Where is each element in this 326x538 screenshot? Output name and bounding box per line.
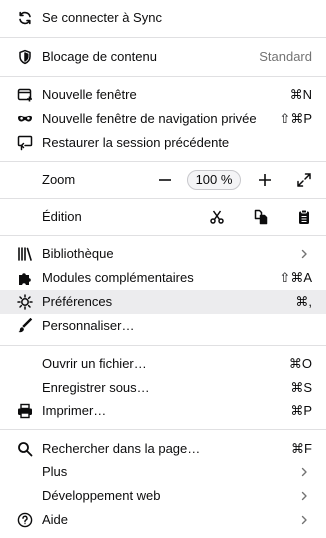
find-in-page-menu-item[interactable]: Rechercher dans la page… ⌘F [0,437,326,461]
help-label: Aide [42,512,69,527]
chevron-right-icon [296,464,312,480]
open-file-shortcut: ⌘O [288,356,312,371]
chevron-right-icon [296,512,312,528]
sync-label: Se connecter à Sync [42,10,162,25]
separator [0,198,326,199]
restore-session-label: Restaurer la session précédente [42,135,230,150]
find-in-page-label: Rechercher dans la page… [42,441,201,456]
gear-icon [17,294,33,310]
copy-button[interactable] [249,205,273,229]
new-window-label: Nouvelle fenêtre [42,87,137,102]
separator [0,37,326,38]
help-menu-item[interactable]: Aide [0,508,326,532]
minus-icon [159,179,171,181]
zoom-in-button[interactable] [253,168,277,192]
app-menu-panel: Se connecter à Sync Blocage de contenu S… [0,0,326,538]
paste-button[interactable] [292,205,316,229]
new-window-icon [17,87,33,103]
zoom-label: Zoom [42,172,76,187]
print-label: Imprimer… [42,403,107,418]
clipboard-icon [299,209,309,224]
zoom-reset-button[interactable]: 100 % [187,170,241,190]
addons-menu-item[interactable]: Modules complémentaires ⇧⌘A [0,266,326,290]
addons-shortcut: ⇧⌘A [279,270,312,285]
print-shortcut: ⌘P [290,403,312,418]
restore-session-icon [17,135,33,151]
fullscreen-button[interactable] [292,168,316,192]
preferences-menu-item[interactable]: Préférences ⌘, [0,290,326,314]
preferences-label: Préférences [42,294,113,309]
search-icon [17,441,33,457]
find-in-page-shortcut: ⌘F [291,441,312,456]
private-window-label: Nouvelle fenêtre de navigation privée [42,111,257,126]
separator [0,76,326,77]
chevron-right-icon [296,246,312,262]
paintbrush-icon [17,318,33,334]
save-as-label: Enregistrer sous… [42,380,150,395]
save-as-shortcut: ⌘S [290,380,312,395]
print-menu-item[interactable]: Imprimer… ⌘P [0,399,326,423]
open-file-label: Ouvrir un fichier… [42,356,147,371]
sync-menu-item[interactable]: Se connecter à Sync [0,6,326,30]
separator [0,345,326,346]
new-window-menu-item[interactable]: Nouvelle fenêtre ⌘N [0,83,326,107]
customize-menu-item[interactable]: Personnaliser… [0,314,326,338]
plus-icon [259,174,271,186]
cut-button[interactable] [205,205,229,229]
edit-row: Édition [0,205,326,229]
private-window-menu-item[interactable]: Nouvelle fenêtre de navigation privée ⇧⌘… [0,107,326,131]
library-label: Bibliothèque [42,246,114,261]
preferences-shortcut: ⌘, [295,294,312,309]
mask-icon [17,111,33,127]
customize-label: Personnaliser… [42,318,135,333]
zoom-out-button[interactable] [153,168,177,192]
addons-label: Modules complémentaires [42,270,194,285]
content-blocking-menu-item[interactable]: Blocage de contenu Standard [0,45,326,69]
more-label: Plus [42,464,68,479]
fullscreen-icon [297,173,311,187]
content-blocking-label: Blocage de contenu [42,49,157,64]
content-blocking-value: Standard [259,49,312,64]
restore-session-menu-item[interactable]: Restaurer la session précédente [0,131,326,155]
library-icon [17,246,33,262]
library-menu-item[interactable]: Bibliothèque [0,242,326,266]
scissors-icon [210,210,224,224]
web-developer-menu-item[interactable]: Développement web [0,484,326,508]
separator [0,429,326,430]
new-window-shortcut: ⌘N [289,87,312,102]
sync-icon [17,10,33,26]
help-icon [17,512,33,528]
edit-label: Édition [42,209,82,224]
more-menu-item[interactable]: Plus [0,460,326,484]
open-file-menu-item[interactable]: Ouvrir un fichier… ⌘O [0,352,326,376]
separator [0,161,326,162]
printer-icon [17,403,33,419]
puzzle-icon [17,270,33,286]
save-as-menu-item[interactable]: Enregistrer sous… ⌘S [0,376,326,400]
separator [0,235,326,236]
copy-icon [254,209,268,225]
web-developer-label: Développement web [42,488,161,503]
private-window-shortcut: ⇧⌘P [279,111,312,126]
shield-icon [17,49,33,65]
chevron-right-icon [296,488,312,504]
